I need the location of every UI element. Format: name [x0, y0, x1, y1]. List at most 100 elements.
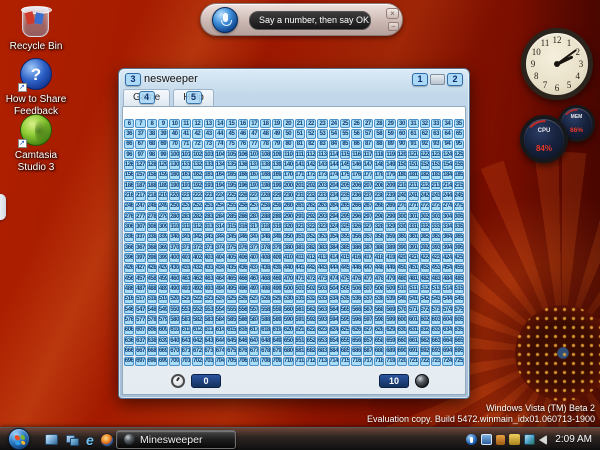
network-icon[interactable] — [524, 434, 536, 445]
speech-number-cell[interactable]: 305 — [453, 211, 464, 222]
speech-number-cell[interactable]: 311 — [180, 222, 192, 232]
speech-number-cell[interactable]: 246 — [124, 201, 135, 211]
speech-number-cell[interactable]: 583 — [203, 315, 214, 325]
speech-number-cell[interactable]: 645 — [226, 335, 237, 346]
speech-number-cell[interactable]: 168 — [260, 170, 271, 180]
speech-number-cell[interactable]: 591 — [294, 315, 305, 325]
speech-number-cell[interactable]: 105 — [226, 149, 237, 160]
speech-number-cell[interactable]: 620 — [283, 325, 294, 335]
speech-number-cell[interactable]: 204 — [328, 180, 339, 191]
speech-number-cell[interactable]: 410 — [283, 253, 294, 263]
speech-number-cell[interactable]: 609 — [158, 325, 169, 335]
speech-number-cell[interactable]: 147 — [362, 160, 374, 170]
speech-number-cell[interactable]: 266 — [351, 201, 362, 211]
speech-number-cell[interactable]: 611 — [180, 325, 192, 335]
speech-number-cell[interactable]: 485 — [453, 273, 464, 284]
speech-number-cell[interactable]: 373 — [203, 242, 214, 253]
speech-number-cell[interactable]: 694 — [442, 346, 453, 356]
speech-number-cell[interactable]: 136 — [237, 160, 249, 170]
speech-number-cell[interactable]: 594 — [328, 315, 339, 325]
speech-number-cell[interactable]: 36 — [124, 129, 135, 139]
speech-number-cell[interactable]: 98 — [146, 149, 158, 160]
speech-number-cell[interactable]: 719 — [385, 356, 396, 366]
speech-number-cell[interactable]: 111 — [294, 149, 305, 160]
speech-number-cell[interactable]: 46 — [237, 129, 249, 139]
speech-number-cell[interactable]: 714 — [328, 356, 339, 366]
speech-number-cell[interactable]: 479 — [385, 273, 396, 284]
speech-number-cell[interactable]: 119 — [385, 149, 396, 160]
speech-number-cell[interactable]: 161 — [180, 170, 192, 180]
speech-number-cell[interactable]: 44 — [214, 129, 226, 139]
speech-number-cell[interactable]: 256 — [237, 201, 249, 211]
speech-number-cell[interactable]: 492 — [192, 284, 203, 294]
speech-number-cell[interactable]: 718 — [374, 356, 385, 366]
speech-number-cell[interactable]: 662 — [419, 335, 430, 346]
speech-number-cell[interactable]: 682 — [305, 346, 317, 356]
speech-number-cell[interactable]: 53 — [317, 129, 328, 139]
speech-number-cell[interactable]: 413 — [317, 253, 328, 263]
speech-number-cell[interactable]: 573 — [430, 304, 442, 315]
speech-number-cell[interactable]: 157 — [135, 170, 146, 180]
speech-number-cell[interactable]: 368 — [146, 242, 158, 253]
speech-number-cell[interactable]: 137 — [249, 160, 260, 170]
speech-number-cell[interactable]: 428 — [146, 263, 158, 273]
speech-number-cell[interactable]: 705 — [226, 356, 237, 366]
speech-number-cell[interactable]: 106 — [237, 149, 249, 160]
speech-number-cell[interactable]: 610 — [169, 325, 180, 335]
speech-number-cell[interactable]: 518 — [146, 294, 158, 304]
speech-number-cell[interactable]: 216 — [124, 191, 135, 201]
speech-number-cell[interactable]: 534 — [328, 294, 339, 304]
speech-number-cell[interactable]: 285 — [226, 211, 237, 222]
speech-number-cell[interactable]: 303 — [430, 211, 442, 222]
speech-number-cell[interactable]: 459 — [158, 273, 169, 284]
speech-number-cell[interactable]: 411 — [294, 253, 305, 263]
speech-number-cell[interactable]: 59 — [385, 129, 396, 139]
speech-number-cell[interactable]: 144 — [328, 160, 339, 170]
speech-number-cell[interactable]: 94 — [442, 139, 453, 149]
speech-number-cell[interactable]: 684 — [328, 346, 339, 356]
speech-number-cell[interactable]: 693 — [430, 346, 442, 356]
speech-number-cell[interactable]: 555 — [226, 304, 237, 315]
speech-number-cell[interactable]: 538 — [374, 294, 385, 304]
speech-number-cell[interactable]: 556 — [237, 304, 249, 315]
speech-number-cell[interactable]: 487 — [135, 284, 146, 294]
speech-number-cell[interactable]: 192 — [192, 180, 203, 191]
speech-number-cell[interactable]: 596 — [351, 315, 362, 325]
speech-number-cell[interactable]: 296 — [351, 211, 362, 222]
speech-number-cell[interactable]: 71 — [180, 139, 192, 149]
speech-number-cell[interactable]: 227 — [249, 191, 260, 201]
speech-number-cell[interactable]: 474 — [328, 273, 339, 284]
speech-number-cell[interactable]: 22 — [305, 119, 317, 129]
volume-icon[interactable] — [539, 434, 548, 445]
speech-number-cell[interactable]: 562 — [305, 304, 317, 315]
speech-number-cell[interactable]: 210 — [396, 180, 408, 191]
speech-number-cell[interactable]: 261 — [294, 201, 305, 211]
speech-number-cell[interactable]: 332 — [419, 222, 430, 232]
speech-number-cell[interactable]: 507 — [362, 284, 374, 294]
media-player-icon[interactable] — [99, 432, 114, 447]
speech-number-cell[interactable]: 330 — [396, 222, 408, 232]
speech-number-cell[interactable]: 50 — [283, 129, 294, 139]
speech-number-cell[interactable]: 208 — [374, 180, 385, 191]
speech-number-cell[interactable]: 703 — [203, 356, 214, 366]
speech-number-cell[interactable]: 212 — [419, 180, 430, 191]
speech-number-cell[interactable]: 571 — [408, 304, 419, 315]
speech-number-cell[interactable]: 112 — [305, 149, 317, 160]
speech-number-cell[interactable]: 29 — [385, 119, 396, 129]
menu-game[interactable]: Game 4 — [123, 89, 171, 106]
speech-number-cell[interactable]: 341 — [180, 232, 192, 242]
speech-number-cell[interactable]: 439 — [271, 263, 283, 273]
speech-number-cell[interactable]: 223 — [203, 191, 214, 201]
speech-number-cell[interactable]: 76 — [237, 139, 249, 149]
speech-number-cell[interactable]: 470 — [283, 273, 294, 284]
speech-number-cell[interactable]: 524 — [214, 294, 226, 304]
speech-number-cell[interactable]: 409 — [271, 253, 283, 263]
speech-number-cell[interactable]: 713 — [317, 356, 328, 366]
speech-number-cell[interactable]: 286 — [237, 211, 249, 222]
speech-number-cell[interactable]: 126 — [124, 160, 135, 170]
taskbar-button-minesweeper[interactable]: Minesweeper — [116, 430, 236, 449]
speech-number-cell[interactable]: 86 — [351, 139, 362, 149]
speech-number-cell[interactable]: 282 — [192, 211, 203, 222]
speech-number-cell[interactable]: 488 — [146, 284, 158, 294]
speech-number-cell[interactable]: 312 — [192, 222, 203, 232]
